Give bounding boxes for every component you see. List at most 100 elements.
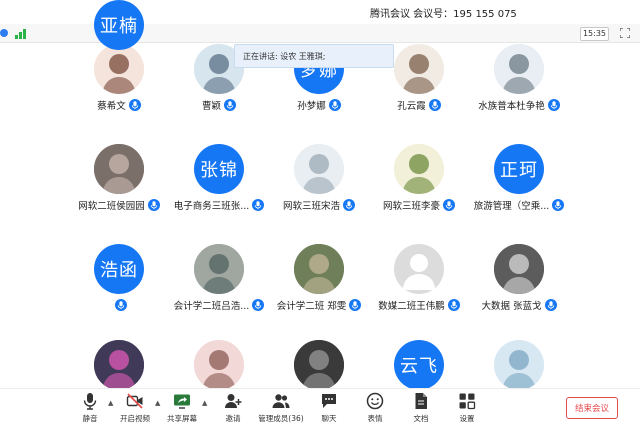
profile-photo xyxy=(94,144,144,194)
profile-photo xyxy=(294,340,344,390)
chat-label: 聊天 xyxy=(321,414,337,423)
microphone-icon[interactable] xyxy=(343,199,355,211)
participant-name: 旅游管理（空乘... xyxy=(473,201,550,212)
participant-name-row: 水族普本杜争艳 xyxy=(459,98,579,112)
participant-tile[interactable]: 水族普本杜争艳 xyxy=(459,44,579,144)
microphone-icon[interactable] xyxy=(544,299,557,311)
avatar-initials: 张锦 xyxy=(200,160,238,181)
profile-photo xyxy=(394,144,444,194)
default-avatar xyxy=(394,244,444,294)
microphone-icon[interactable] xyxy=(328,99,341,111)
reaction-button[interactable]: 表情 xyxy=(354,392,396,428)
participant-photo-avatar xyxy=(294,340,344,390)
mute-label: 静音 xyxy=(82,414,98,423)
profile-photo xyxy=(94,340,144,390)
participant-photo-avatar xyxy=(294,144,344,194)
participant-name: 蔡希文 xyxy=(97,101,126,112)
video-off-icon xyxy=(126,393,143,409)
active-speaker-banner: 正在讲话: 设农 王雅琪; xyxy=(234,44,394,68)
reaction-label: 表情 xyxy=(367,414,383,423)
participant-name: 会计学二班吕浩... xyxy=(173,301,250,312)
microphone-icon[interactable] xyxy=(114,299,127,311)
participant-photo-avatar xyxy=(94,340,144,390)
participant-initials-avatar: 浩函 xyxy=(94,244,144,294)
participant-photo-avatar xyxy=(494,44,544,94)
participant-name: 孙梦娜 xyxy=(297,101,326,112)
participant-photo-avatar xyxy=(494,340,544,390)
settings-button[interactable]: 设置 xyxy=(446,392,488,428)
participant-photo-avatar xyxy=(494,244,544,294)
participant-name-row: 大数据 张蓝戈 xyxy=(459,298,579,312)
invite-button[interactable]: 邀请 xyxy=(212,392,254,428)
profile-photo xyxy=(494,340,544,390)
profile-photo xyxy=(494,44,544,94)
participant-initials-avatar: 亚楠 xyxy=(94,0,144,50)
participant-name: 电子商务三班张... xyxy=(173,201,250,212)
chat-button[interactable]: 聊天 xyxy=(308,392,350,428)
microphone-icon[interactable] xyxy=(443,199,455,211)
share-screen-button[interactable]: 共享屏幕 xyxy=(161,392,203,428)
participant-name: 水族普本杜争艳 xyxy=(478,101,545,112)
participant-name: 网软三班李豪 xyxy=(382,201,440,212)
participant-photo-avatar xyxy=(94,144,144,194)
smiley-icon xyxy=(366,392,384,410)
microphone-icon[interactable] xyxy=(128,99,141,111)
docs-button[interactable]: 文档 xyxy=(400,392,442,428)
microphone-icon[interactable] xyxy=(447,299,460,311)
avatar-initials: 云飞 xyxy=(400,356,438,377)
participant-photo-avatar xyxy=(394,44,444,94)
settings-grid-icon xyxy=(459,393,476,410)
start-video-label: 开启视频 xyxy=(120,414,150,423)
participant-initials-avatar: 正珂 xyxy=(494,144,544,194)
participant-name: 会计学二班 郑雯 xyxy=(276,301,347,312)
avatar-initials: 浩函 xyxy=(100,260,138,281)
profile-photo xyxy=(194,340,244,390)
participant-photo-avatar xyxy=(194,340,244,390)
profile-photo xyxy=(494,244,544,294)
participant-name: 数媒二班王伟鹏 xyxy=(378,301,445,312)
chat-icon xyxy=(322,394,336,408)
participant-name: 网软三班宋浩 xyxy=(282,201,340,212)
share-screen-icon xyxy=(174,394,190,409)
manage-members-button[interactable]: 管理成员(36) xyxy=(256,392,306,428)
avatar-initials: 正珂 xyxy=(500,160,538,181)
participant-initials-avatar: 张锦 xyxy=(194,144,244,194)
document-icon xyxy=(415,393,427,409)
participant-name-row: 旅游管理（空乘... xyxy=(459,198,579,212)
share-screen-label: 共享屏幕 xyxy=(167,414,197,423)
profile-photo xyxy=(394,44,444,94)
participant-tile[interactable]: 正珂旅游管理（空乘... xyxy=(459,144,579,244)
participant-name: 孔云霞 xyxy=(397,101,426,112)
profile-photo xyxy=(294,244,344,294)
add-user-icon xyxy=(225,394,242,408)
participant-photo-avatar xyxy=(294,244,344,294)
participant-initials-avatar: 云飞 xyxy=(394,340,444,390)
members-icon xyxy=(272,394,290,408)
profile-photo xyxy=(194,244,244,294)
invite-label: 邀请 xyxy=(225,414,241,423)
microphone-icon xyxy=(83,393,97,410)
microphone-icon[interactable] xyxy=(547,99,560,111)
participant-photo-avatar xyxy=(194,244,244,294)
microphone-icon[interactable] xyxy=(224,99,236,111)
avatar-initials: 亚楠 xyxy=(100,16,138,37)
manage-members-label: 管理成员(36) xyxy=(258,414,304,423)
share-options-caret[interactable]: ▲ xyxy=(202,399,210,407)
participant-name: 曹颖 xyxy=(201,101,221,112)
microphone-icon[interactable] xyxy=(552,199,565,211)
profile-photo xyxy=(294,144,344,194)
participant-name: 大数据 张蓝戈 xyxy=(481,301,542,312)
participant-tile[interactable]: 亚楠 xyxy=(59,0,179,100)
settings-label: 设置 xyxy=(459,414,475,423)
meeting-toolbar: 静音 ▲ 开启视频 ▲ 共享屏幕 ▲ 邀请 管理成员(36) 聊天 表情 文档 … xyxy=(0,388,640,429)
default-user-icon xyxy=(403,254,435,290)
docs-label: 文档 xyxy=(413,414,429,423)
mute-button[interactable]: 静音 xyxy=(69,392,111,428)
microphone-icon[interactable] xyxy=(428,99,441,111)
participant-photo-avatar xyxy=(394,144,444,194)
participant-tile[interactable]: 大数据 张蓝戈 xyxy=(459,244,579,344)
start-video-button[interactable]: 开启视频 xyxy=(114,392,156,428)
end-meeting-button[interactable]: 结束会议 xyxy=(566,397,618,419)
microphone-icon[interactable] xyxy=(147,199,160,211)
participant-name: 网软二班侯园园 xyxy=(78,201,145,212)
